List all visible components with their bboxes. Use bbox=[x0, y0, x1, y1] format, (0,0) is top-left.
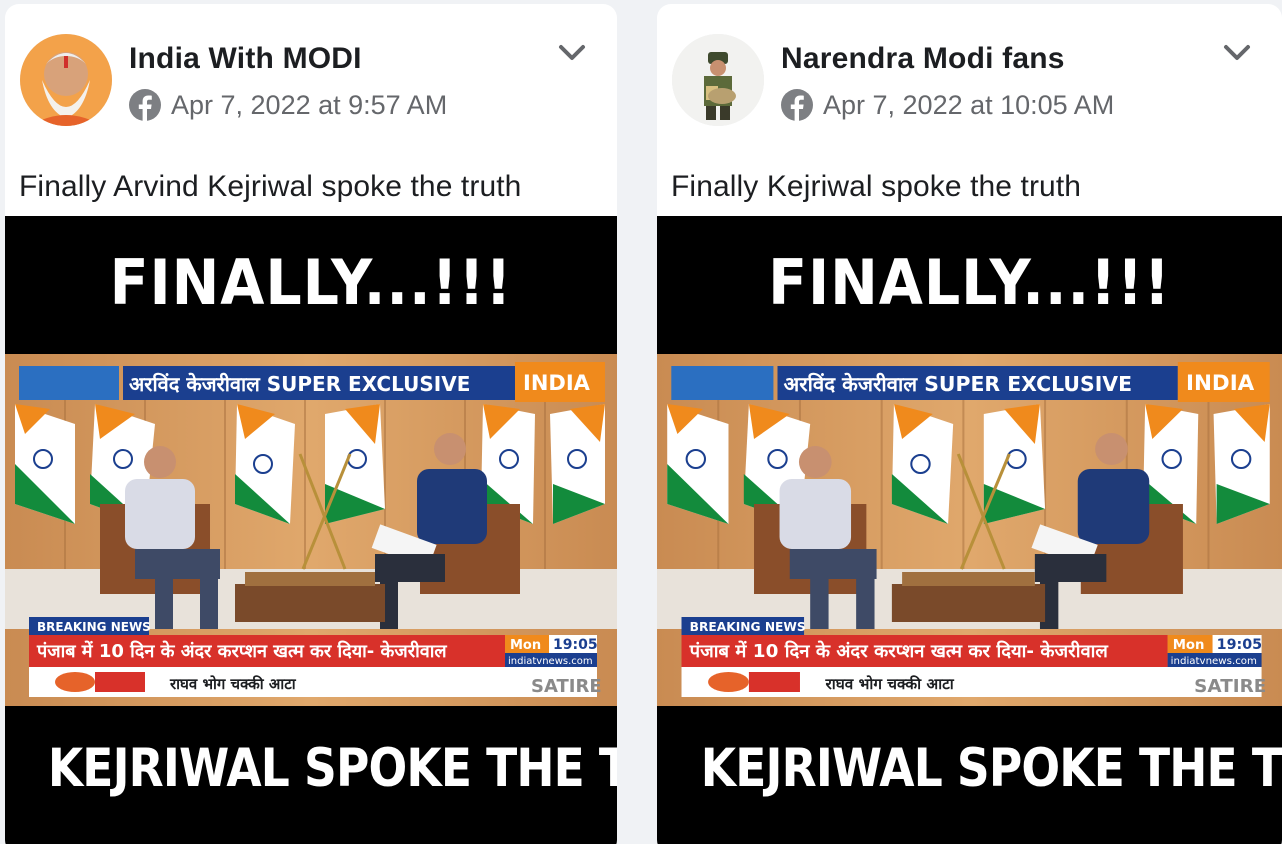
tv-breaking-label: BREAKING NEWS bbox=[37, 620, 151, 634]
tv-banner-title: अरविंद केजरीवाल SUPER EXCLUSIVE bbox=[784, 372, 1132, 396]
tv-time: 19:05 bbox=[553, 637, 598, 653]
tv-site: indiatvnews.com bbox=[1171, 656, 1257, 667]
image-headline-top: FINALLY...!!! bbox=[109, 246, 513, 319]
tv-ticker: पंजाब में 10 दिन के अंदर करप्शन खत्म कर … bbox=[689, 640, 1109, 662]
post-timestamp[interactable]: Apr 7, 2022 at 10:05 AM bbox=[823, 90, 1114, 121]
tv-banner-title: अरविंद केजरीवाल SUPER EXCLUSIVE bbox=[129, 372, 470, 396]
facebook-icon bbox=[129, 89, 161, 121]
post-meta: Apr 7, 2022 at 10:05 AM bbox=[781, 89, 1114, 121]
author-name[interactable]: Narendra Modi fans bbox=[781, 42, 1065, 76]
tv-day: Mon bbox=[510, 638, 541, 653]
tv-time: 19:05 bbox=[1217, 637, 1262, 653]
image-headline-bottom: KEJRIWAL SPOKE THE TRUTH bbox=[47, 738, 617, 799]
image-headline-top: FINALLY...!!! bbox=[768, 246, 1171, 319]
tv-breaking-label: BREAKING NEWS bbox=[690, 620, 806, 634]
tv-frame: अरविंद केजरीवाल SUPER EXCLUSIVE INDIA BR… bbox=[5, 354, 617, 706]
post-header: Narendra Modi fans Apr 7, 2022 at 10:05 … bbox=[657, 4, 1282, 144]
tv-sponsor: राघव भोग चक्की आटा bbox=[824, 675, 954, 693]
tv-frame: अरविंद केजरीवाल SUPER EXCLUSIVE INDIA BR… bbox=[657, 354, 1282, 706]
avatar[interactable] bbox=[672, 34, 764, 126]
tv-sponsor: राघव भोग चक्की आटा bbox=[169, 675, 297, 693]
tv-site: indiatvnews.com bbox=[508, 656, 593, 667]
avatar-image bbox=[672, 34, 764, 126]
post-text: Finally Kejriwal spoke the truth bbox=[671, 170, 1082, 203]
tv-channel-logo: INDIA bbox=[523, 371, 591, 395]
post-meta: Apr 7, 2022 at 9:57 AM bbox=[129, 89, 447, 121]
facebook-icon bbox=[781, 89, 813, 121]
post-text: Finally Arvind Kejriwal spoke the truth bbox=[19, 170, 522, 203]
post-card: Narendra Modi fans Apr 7, 2022 at 10:05 … bbox=[657, 4, 1282, 844]
tv-ticker: पंजाब में 10 दिन के अंदर करप्शन खत्म कर … bbox=[36, 640, 447, 662]
chevron-down-icon[interactable] bbox=[1222, 42, 1252, 64]
author-name[interactable]: India With MODI bbox=[129, 42, 362, 76]
tv-satire-label: SATIRE bbox=[1194, 676, 1266, 697]
avatar-image bbox=[20, 34, 112, 126]
post-image[interactable]: FINALLY...!!! अरविंद केजरीवाल SUPER EXCL… bbox=[5, 216, 617, 844]
post-header: India With MODI Apr 7, 2022 at 9:57 AM bbox=[5, 4, 617, 144]
avatar[interactable] bbox=[20, 34, 112, 126]
post-timestamp[interactable]: Apr 7, 2022 at 9:57 AM bbox=[171, 90, 447, 121]
post-card: India With MODI Apr 7, 2022 at 9:57 AM F… bbox=[5, 4, 617, 844]
tv-scene: अरविंद केजरीवाल SUPER EXCLUSIVE INDIA BR… bbox=[5, 354, 617, 706]
tv-day: Mon bbox=[1173, 638, 1205, 653]
post-image[interactable]: FINALLY...!!! अरविंद केजरीवाल SUPER EXCL… bbox=[657, 216, 1282, 844]
image-headline-bottom: KEJRIWAL SPOKE THE TRUTH bbox=[700, 738, 1282, 799]
tv-channel-logo: INDIA bbox=[1186, 371, 1255, 396]
tv-satire-label: SATIRE bbox=[531, 676, 602, 697]
tv-scene: अरविंद केजरीवाल SUPER EXCLUSIVE INDIA BR… bbox=[657, 354, 1282, 706]
chevron-down-icon[interactable] bbox=[557, 42, 587, 64]
